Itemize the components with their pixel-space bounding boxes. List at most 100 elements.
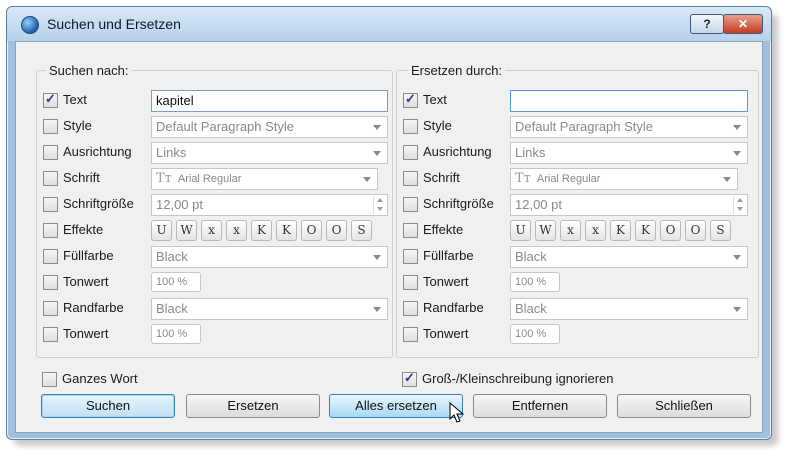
search-effect-caps-button[interactable]: K [251, 220, 272, 241]
search-effect-underline-words-button[interactable]: W [176, 220, 197, 241]
close-button[interactable]: Schließen [617, 394, 751, 418]
search-shade-fill-spinbox[interactable]: 100 % [151, 272, 201, 292]
whole-word-checkbox[interactable] [42, 372, 57, 387]
replace-font-size-value: 12,00 pt [515, 197, 562, 212]
search-label-8: Tonwert [63, 274, 109, 289]
replace-effect-outline-button[interactable]: O [685, 220, 706, 241]
search-checkbox-7[interactable] [43, 249, 58, 264]
search-checkbox-4[interactable] [43, 171, 58, 186]
replace-label-7: Füllfarbe [423, 248, 474, 263]
dialog-window: Suchen und Ersetzen ? ✕ Suchen nach: Ers… [6, 6, 772, 440]
search-legend: Suchen nach: [46, 63, 132, 78]
search-checkbox-1[interactable] [43, 91, 58, 108]
replace-alignment-dropdown[interactable]: Links [510, 142, 748, 164]
search-effect-small-caps-button[interactable]: K [276, 220, 297, 241]
search-font-dropdown[interactable]: Tт Arial Regular [151, 168, 378, 190]
search-alignment-dropdown[interactable]: Links [151, 142, 388, 164]
replace-checkbox-10[interactable] [403, 327, 418, 342]
spin-arrows-icon[interactable] [733, 196, 746, 214]
remove-button[interactable]: Entfernen [473, 394, 607, 418]
replace-shade-border-spinbox[interactable]: 100 % [510, 324, 560, 344]
replace-checkbox-8[interactable] [403, 275, 418, 290]
globe-icon [21, 16, 39, 34]
arrow-up-icon [737, 198, 743, 202]
search-fill-color-dropdown[interactable]: Black [151, 246, 388, 268]
replace-label-6: Effekte [423, 222, 464, 237]
font-icon: Tт [515, 171, 531, 186]
replace-effect-superscript-button[interactable]: x [585, 220, 606, 241]
replace-checkbox-4[interactable] [403, 171, 418, 186]
search-font-size-value: 12,00 pt [156, 197, 203, 212]
replace-dropdown-value-7: Black [515, 249, 547, 264]
replace-checkbox-2[interactable] [403, 119, 418, 134]
search-effect-outline-button[interactable]: O [326, 220, 347, 241]
search-dropdown-value-3: Links [156, 145, 187, 160]
replace-effect-underline-button[interactable]: U [510, 220, 531, 241]
replace-legend: Ersetzen durch: [408, 63, 506, 78]
search-font-value: Arial Regular [177, 173, 242, 185]
replace-all-button[interactable]: Alles ersetzen [329, 394, 463, 418]
arrow-down-icon [737, 207, 743, 211]
replace-text-input[interactable] [510, 90, 748, 112]
search-dropdown-value-9: Black [156, 301, 188, 316]
replace-dropdown-value-2: Default Paragraph Style [515, 119, 654, 134]
replace-label-3: Ausrichtung [423, 144, 492, 159]
replace-checkbox-9[interactable] [403, 301, 418, 316]
help-button[interactable]: ? [690, 14, 724, 34]
replace-checkbox-5[interactable] [403, 197, 418, 212]
replace-checkbox-6[interactable] [403, 223, 418, 238]
search-checkbox-9[interactable] [43, 301, 58, 316]
search-border-color-dropdown[interactable]: Black [151, 298, 388, 320]
spin-arrows-icon[interactable] [373, 196, 386, 214]
window-title: Suchen und Ersetzen [47, 16, 181, 32]
chevron-down-icon [373, 151, 381, 156]
search-checkbox-6[interactable] [43, 223, 58, 238]
replace-effect-small-caps-button[interactable]: K [635, 220, 656, 241]
mouse-cursor-icon [449, 402, 465, 423]
replace-checkbox-3[interactable] [403, 145, 418, 160]
chevron-down-icon [733, 151, 741, 156]
search-dropdown-value-7: Black [156, 249, 188, 264]
search-button[interactable]: Suchen [41, 394, 175, 418]
replace-effect-strikethrough-button[interactable]: O [660, 220, 681, 241]
replace-fill-color-dropdown[interactable]: Black [510, 246, 748, 268]
replace-label-9: Randfarbe [423, 300, 484, 315]
replace-label-5: Schriftgröße [423, 196, 494, 211]
search-text-input[interactable]: kapitel [151, 90, 388, 112]
search-label-1: Text [63, 92, 87, 107]
search-effect-shadow-button[interactable]: S [351, 220, 372, 241]
replace-effect-underline-words-button[interactable]: W [535, 220, 556, 241]
replace-checkbox-7[interactable] [403, 249, 418, 264]
title-bar[interactable]: Suchen und Ersetzen ? ✕ [7, 7, 771, 41]
replace-font-size-spinbox[interactable]: 12,00 pt [510, 194, 748, 216]
search-checkbox-2[interactable] [43, 119, 58, 134]
replace-shade-fill-spinbox[interactable]: 100 % [510, 272, 560, 292]
replace-effect-caps-button[interactable]: K [610, 220, 631, 241]
chevron-down-icon [733, 125, 741, 130]
replace-button[interactable]: Ersetzen [186, 394, 320, 418]
replace-font-dropdown[interactable]: Tт Arial Regular [510, 168, 738, 190]
search-shade-border-spinbox[interactable]: 100 % [151, 324, 201, 344]
replace-effect-shadow-button[interactable]: S [710, 220, 731, 241]
search-style-dropdown[interactable]: Default Paragraph Style [151, 116, 388, 138]
replace-label-2: Style [423, 118, 452, 133]
search-checkbox-5[interactable] [43, 197, 58, 212]
search-checkbox-10[interactable] [43, 327, 58, 342]
ignore-case-checkbox[interactable] [402, 370, 417, 387]
replace-label-1: Text [423, 92, 447, 107]
search-effect-subscript-button[interactable]: x [201, 220, 222, 241]
search-font-size-spinbox[interactable]: 12,00 pt [151, 194, 388, 216]
search-label-7: Füllfarbe [63, 248, 114, 263]
replace-border-color-dropdown[interactable]: Black [510, 298, 748, 320]
whole-word-label: Ganzes Wort [62, 371, 138, 386]
replace-style-dropdown[interactable]: Default Paragraph Style [510, 116, 748, 138]
search-effect-superscript-button[interactable]: x [226, 220, 247, 241]
search-checkbox-8[interactable] [43, 275, 58, 290]
search-effect-underline-button[interactable]: U [151, 220, 172, 241]
close-window-button[interactable]: ✕ [723, 14, 763, 34]
search-checkbox-3[interactable] [43, 145, 58, 160]
search-effect-strikethrough-button[interactable]: O [301, 220, 322, 241]
replace-effect-subscript-button[interactable]: x [560, 220, 581, 241]
replace-checkbox-1[interactable] [403, 91, 418, 108]
font-icon: Tт [156, 171, 172, 186]
